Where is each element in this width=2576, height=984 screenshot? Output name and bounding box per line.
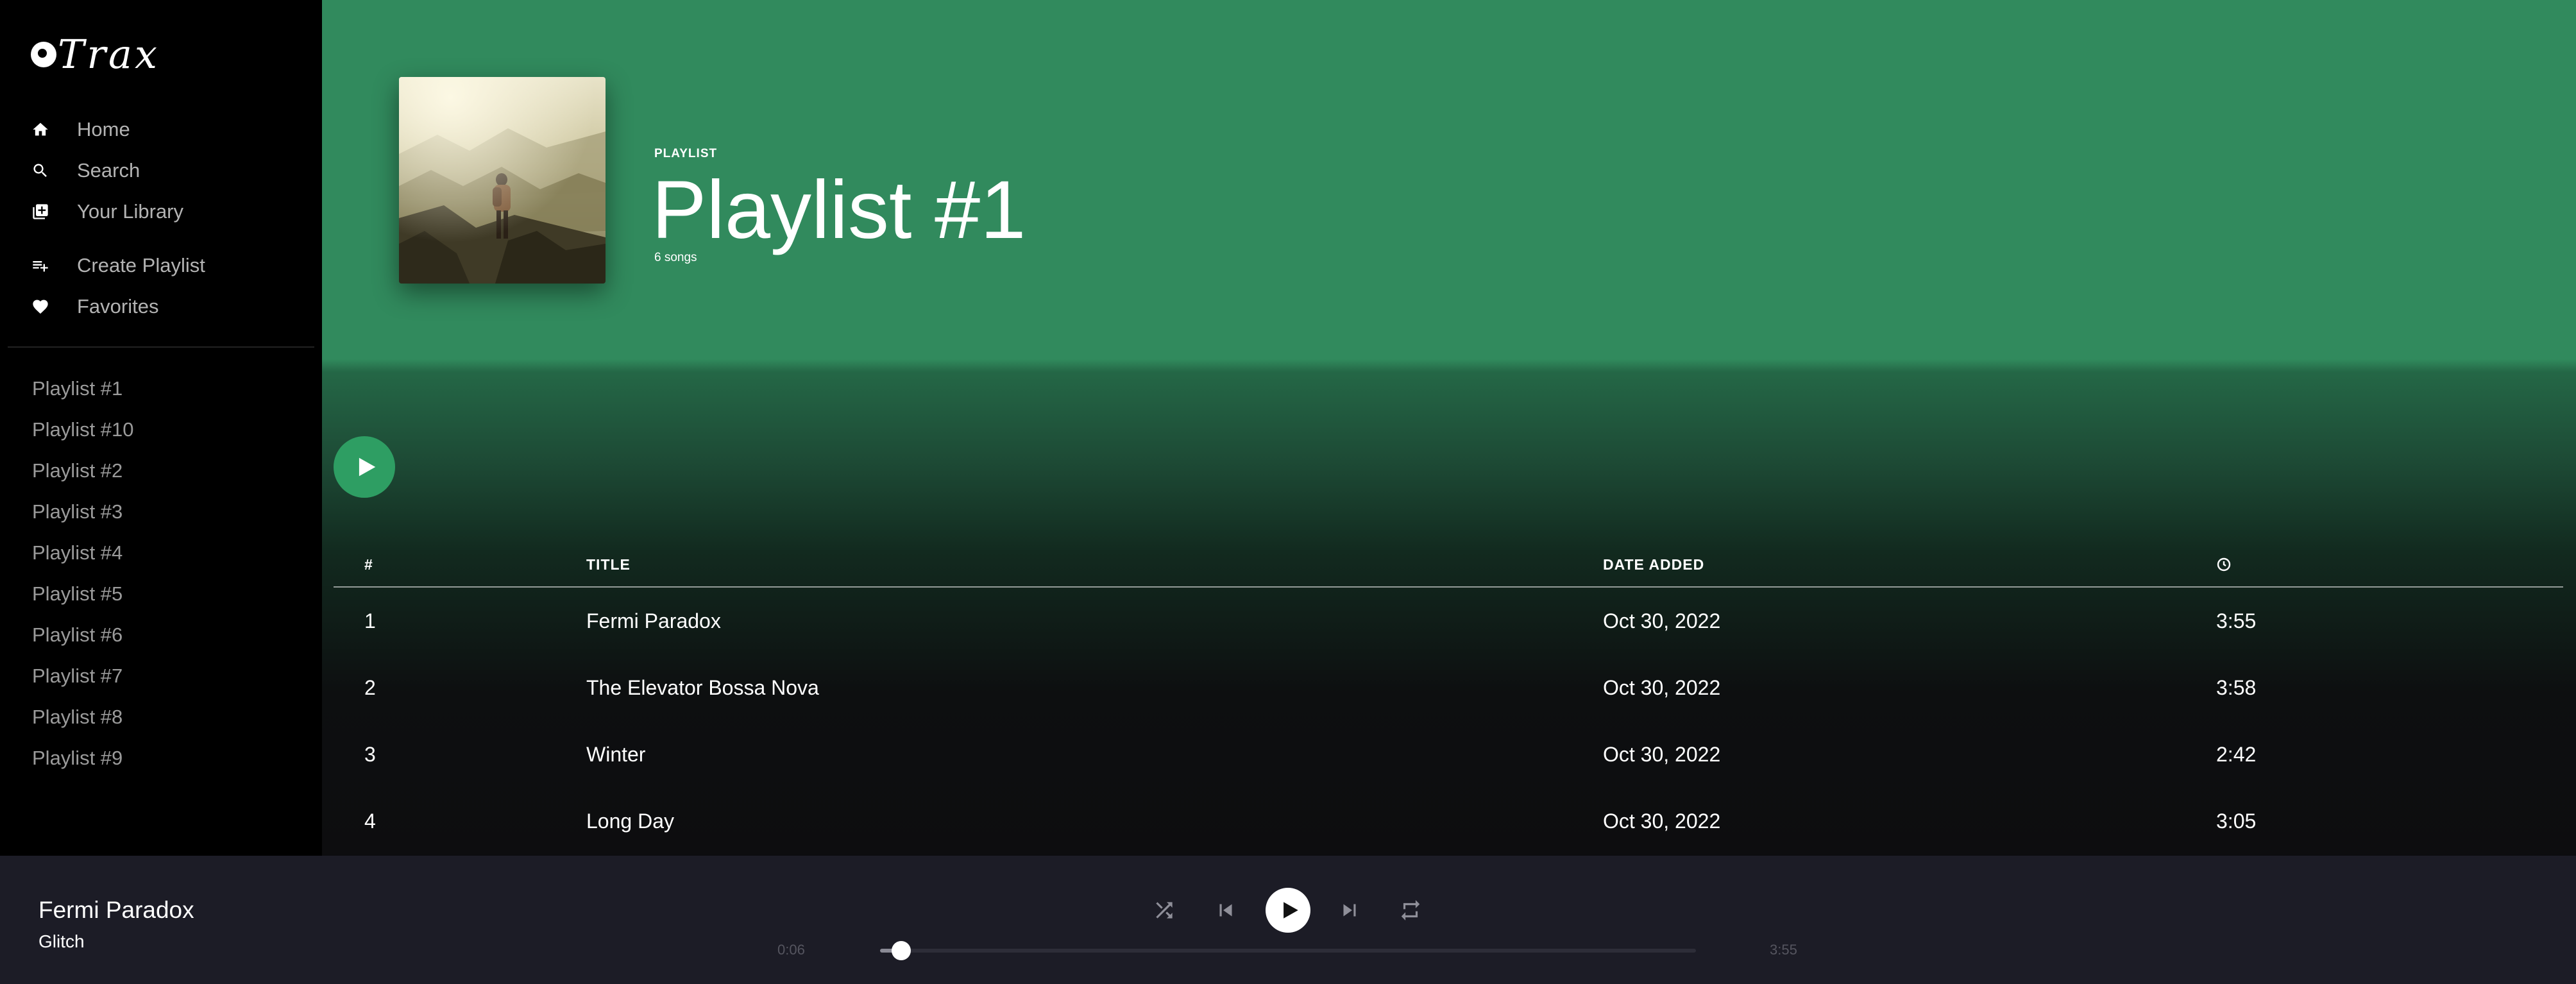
- app-logo[interactable]: Trax: [31, 32, 160, 77]
- next-button[interactable]: [1327, 888, 1372, 933]
- song-count: 6 songs: [654, 251, 697, 264]
- sidebar: Trax Home Search Your Library Create Pla…: [0, 0, 322, 856]
- favorites-button[interactable]: Favorites: [31, 286, 205, 327]
- playlist-link[interactable]: Playlist #4: [32, 532, 134, 573]
- songs-table: # TITLE DATE ADDED 1 Fermi Paradox Oct 3…: [334, 543, 2563, 854]
- shuffle-icon: [1156, 902, 1173, 919]
- track-title: Long Day: [586, 809, 674, 833]
- repeat-button[interactable]: [1388, 888, 1433, 933]
- previous-button[interactable]: [1203, 888, 1248, 933]
- nav-label: Search: [77, 159, 140, 182]
- track-date-added: Oct 30, 2022: [1603, 675, 1721, 699]
- logo-text: Trax: [58, 31, 160, 78]
- track-number: 4: [364, 809, 376, 833]
- shuffle-button[interactable]: [1142, 888, 1187, 933]
- track-date-added: Oct 30, 2022: [1603, 809, 1721, 833]
- play-pause-button[interactable]: [1266, 888, 1310, 933]
- play-icon: [1283, 902, 1298, 919]
- search-icon: [31, 161, 50, 180]
- track-date-added: Oct 30, 2022: [1603, 609, 1721, 632]
- playlist-add-icon: [31, 256, 50, 275]
- table-header: # TITLE DATE ADDED: [334, 543, 2563, 588]
- skip-previous-icon: [1219, 904, 1232, 917]
- track-title: The Elevator Bossa Nova: [586, 675, 819, 699]
- nav-label: Your Library: [77, 200, 184, 223]
- nav-label: Favorites: [77, 295, 159, 318]
- library-icon: [31, 202, 50, 221]
- sidebar-divider: [8, 346, 314, 348]
- playback-controls: [0, 888, 2576, 933]
- skip-next-icon: [1343, 904, 1356, 917]
- table-row[interactable]: 4 Long Day Oct 30, 2022 3:05: [334, 788, 2563, 854]
- playlist-cover-image: [399, 77, 606, 284]
- table-row[interactable]: 1 Fermi Paradox Oct 30, 2022 3:55: [334, 588, 2563, 654]
- logo-icon: [31, 42, 56, 67]
- play-playlist-button[interactable]: [334, 436, 395, 498]
- playlist-list: Playlist #1 Playlist #10 Playlist #2 Pla…: [32, 368, 134, 779]
- play-icon: [359, 457, 376, 477]
- playlist-link[interactable]: Playlist #3: [32, 491, 134, 532]
- playlist-link[interactable]: Playlist #6: [32, 615, 134, 656]
- clock-icon: [2217, 557, 2231, 572]
- column-header-date-added: DATE ADDED: [1603, 556, 1705, 573]
- track-duration: 3:05: [2216, 809, 2257, 833]
- home-icon: [31, 120, 50, 139]
- main-nav: Home Search Your Library: [31, 109, 183, 232]
- elapsed-time: 0:06: [777, 942, 805, 958]
- nav-item-home[interactable]: Home: [31, 109, 183, 150]
- nav-label: Create Playlist: [77, 254, 205, 276]
- playlist-view: PLAYLIST Playlist #1 6 songs # TITLE DAT…: [322, 0, 2576, 856]
- table-row[interactable]: 2 The Elevator Bossa Nova Oct 30, 2022 3…: [334, 654, 2563, 721]
- track-title: Fermi Paradox: [586, 609, 721, 632]
- nav-label: Home: [77, 118, 130, 140]
- track-duration: 2:42: [2216, 742, 2257, 766]
- column-header-number: #: [364, 556, 373, 573]
- playlist-link[interactable]: Playlist #9: [32, 738, 134, 779]
- now-playing-artist: Glitch: [38, 931, 85, 951]
- track-date-added: Oct 30, 2022: [1603, 742, 1721, 766]
- column-header-title: TITLE: [586, 556, 631, 573]
- seek-handle[interactable]: [892, 941, 911, 960]
- playlist-link[interactable]: Playlist #8: [32, 697, 134, 738]
- track-duration: 3:58: [2216, 675, 2257, 699]
- track-duration: 3:55: [2216, 609, 2257, 632]
- repeat-icon: [1401, 900, 1420, 920]
- track-number: 3: [364, 742, 376, 766]
- seek-bar[interactable]: [880, 941, 1696, 960]
- nav-item-search[interactable]: Search: [31, 150, 183, 191]
- playlist-link[interactable]: Playlist #2: [32, 450, 134, 491]
- track-title: Winter: [586, 742, 646, 766]
- playlist-link[interactable]: Playlist #5: [32, 573, 134, 615]
- nav-item-library[interactable]: Your Library: [31, 191, 183, 232]
- playlist-link[interactable]: Playlist #7: [32, 656, 134, 697]
- create-playlist-button[interactable]: Create Playlist: [31, 245, 205, 286]
- playlist-link[interactable]: Playlist #1: [32, 368, 134, 409]
- column-header-duration: [2216, 557, 2563, 572]
- table-row[interactable]: 3 Winter Oct 30, 2022 2:42: [334, 721, 2563, 788]
- track-number: 1: [364, 609, 376, 632]
- playlist-type-label: PLAYLIST: [654, 147, 718, 160]
- total-time: 3:55: [1770, 942, 1797, 958]
- action-nav: Create Playlist Favorites: [31, 245, 205, 327]
- track-number: 2: [364, 675, 376, 699]
- heart-icon: [31, 297, 50, 316]
- page-title: Playlist #1: [652, 164, 1026, 256]
- playlist-link[interactable]: Playlist #10: [32, 409, 134, 450]
